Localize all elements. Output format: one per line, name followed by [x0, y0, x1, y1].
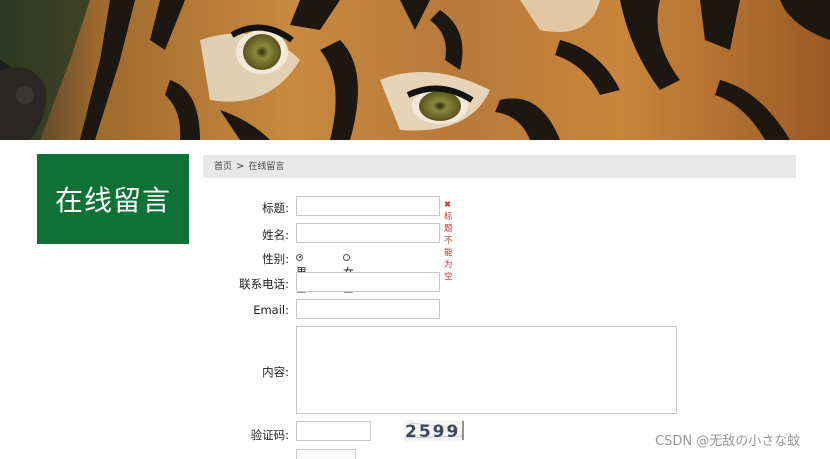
phone-input[interactable] [296, 272, 440, 292]
breadcrumb-home-link[interactable]: 首页 [214, 162, 232, 172]
banner-image [0, 0, 830, 140]
email-input[interactable] [296, 299, 440, 319]
captcha-text: 2599 [405, 422, 460, 441]
title-error: ✖ 标题不能为空 [444, 200, 453, 282]
breadcrumb: 首页 > 在线留言 [203, 155, 796, 178]
title-input[interactable] [296, 196, 440, 216]
name-input[interactable] [296, 223, 440, 243]
breadcrumb-current: 在线留言 [248, 162, 285, 172]
csdn-watermark: CSDN @无敌の小さな蚊 [655, 434, 801, 449]
title-error-text: 标题不能为空 [444, 212, 453, 282]
name-label: 姓名: [262, 228, 289, 242]
error-x-icon: ✖ [444, 200, 452, 210]
gender-label: 性别: [262, 252, 289, 266]
radio-unchecked-icon[interactable] [343, 253, 350, 261]
captcha-label: 验证码: [250, 428, 289, 442]
title-label: 标题: [262, 201, 289, 215]
breadcrumb-separator: > [236, 161, 245, 172]
content-textarea[interactable] [296, 326, 677, 414]
captcha-image[interactable]: 2599 [403, 420, 465, 442]
phone-label: 联系电话: [239, 277, 289, 291]
submit-button[interactable] [296, 449, 356, 459]
email-label: Email: [253, 303, 289, 317]
content-label: 内容: [262, 365, 289, 379]
radio-checked-icon[interactable] [296, 253, 303, 261]
captcha-input[interactable] [296, 421, 371, 441]
